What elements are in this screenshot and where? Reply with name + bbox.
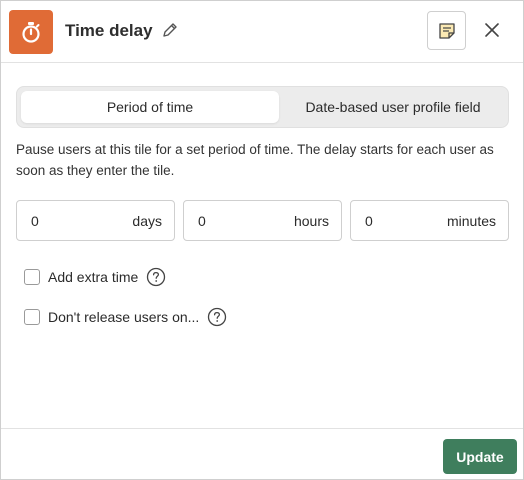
days-input[interactable]: 0 days [16, 200, 175, 241]
delay-description: Pause users at this tile for a set perio… [16, 142, 494, 178]
stopwatch-icon [9, 10, 53, 54]
hours-value: 0 [198, 212, 206, 229]
minutes-value: 0 [365, 212, 373, 229]
delay-type-segmented-control: Period of time Date-based user profile f… [16, 86, 509, 128]
segment-date-based-field[interactable]: Date-based user profile field [281, 91, 505, 123]
hours-input[interactable]: 0 hours [183, 200, 342, 241]
days-unit: days [132, 212, 162, 229]
sticky-note-icon [437, 21, 457, 41]
dont-release-users-option: Don't release users on... [24, 307, 227, 327]
pencil-icon[interactable] [161, 21, 179, 39]
dont-release-users-checkbox[interactable] [24, 309, 40, 325]
close-icon[interactable] [479, 17, 505, 43]
minutes-input[interactable]: 0 minutes [350, 200, 509, 241]
days-value: 0 [31, 212, 39, 229]
question-circle-icon[interactable] [146, 267, 166, 287]
segment-period-of-time[interactable]: Period of time [21, 91, 279, 123]
add-extra-time-option: Add extra time [24, 267, 166, 287]
time-delay-panel: Time delay Period of time Date-based use… [0, 0, 524, 480]
panel-title: Time delay [65, 21, 153, 40]
add-extra-time-label[interactable]: Add extra time [48, 269, 138, 285]
panel-header: Time delay [1, 1, 523, 63]
add-extra-time-checkbox[interactable] [24, 269, 40, 285]
update-button[interactable]: Update [443, 439, 517, 474]
notes-button[interactable] [427, 11, 466, 50]
dont-release-users-label[interactable]: Don't release users on... [48, 309, 199, 325]
minutes-unit: minutes [446, 212, 496, 229]
hours-unit: hours [293, 212, 329, 229]
panel-footer: Update [1, 428, 523, 479]
question-circle-icon[interactable] [207, 307, 227, 327]
